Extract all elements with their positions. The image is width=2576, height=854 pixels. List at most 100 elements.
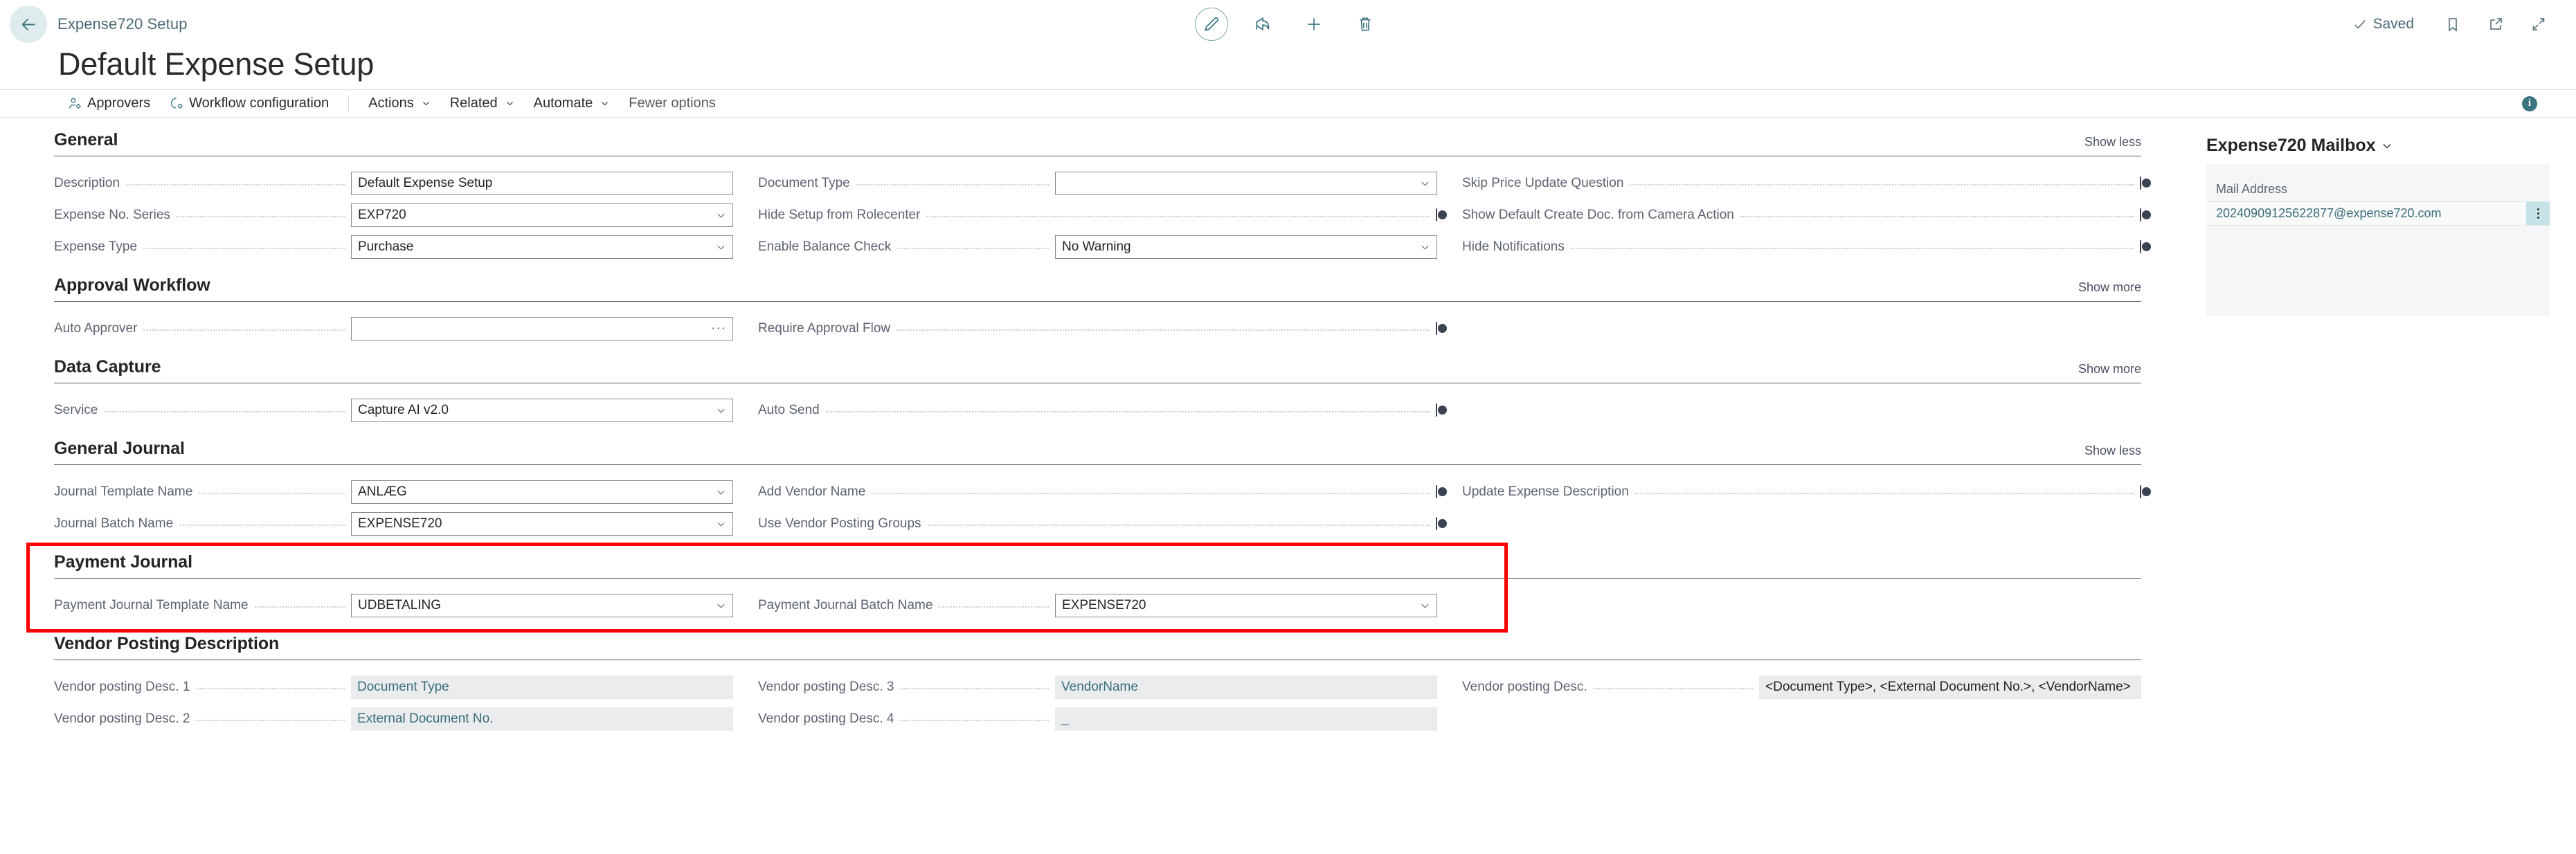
share-button[interactable] bbox=[1246, 8, 1279, 41]
skip-price-label: Skip Price Update Question bbox=[1462, 176, 1624, 190]
trash-icon bbox=[1359, 17, 1371, 31]
bookmark-button[interactable] bbox=[2439, 10, 2467, 38]
service-value: Capture AI v2.0 bbox=[358, 403, 449, 417]
section-payment-journal-body: Payment Journal Template Name UDBETALING bbox=[54, 579, 2141, 621]
leader-dots bbox=[900, 682, 1049, 689]
service-select[interactable]: Capture AI v2.0 bbox=[351, 399, 733, 422]
chevron-down-icon bbox=[1421, 181, 1429, 186]
expense-no-series-select[interactable]: EXP720 bbox=[351, 203, 733, 227]
journal-batch-value: EXPENSE720 bbox=[358, 516, 442, 531]
breadcrumb[interactable]: Expense720 Setup bbox=[57, 15, 188, 33]
section-approval-workflow-toggle[interactable]: Show more bbox=[2078, 280, 2141, 295]
section-general-journal-title: General Journal bbox=[54, 439, 185, 458]
actions-menu[interactable]: Actions bbox=[359, 90, 440, 117]
document-type-select[interactable] bbox=[1055, 172, 1437, 195]
leader-dots bbox=[199, 487, 345, 494]
journal-template-select[interactable]: ANLÆG bbox=[351, 480, 733, 504]
journal-batch-select[interactable]: EXPENSE720 bbox=[351, 512, 733, 536]
expense-type-label: Expense Type bbox=[54, 239, 138, 254]
require-approval-flow-toggle[interactable] bbox=[1436, 322, 1437, 335]
section-approval-workflow: Approval Workflow Show more Auto Approve… bbox=[0, 263, 2188, 345]
payment-journal-template-select[interactable]: UDBETALING bbox=[351, 594, 733, 617]
expense-type-select[interactable]: Purchase bbox=[351, 235, 733, 259]
leader-dots bbox=[856, 178, 1049, 185]
leader-dots bbox=[143, 323, 345, 331]
automate-menu[interactable]: Automate bbox=[524, 90, 620, 117]
add-vendor-name-toggle[interactable] bbox=[1436, 485, 1437, 498]
vendor-posting-desc-preview-value: <Document Type>, <External Document No.>… bbox=[1759, 675, 2141, 699]
leader-dots bbox=[126, 178, 345, 185]
open-new-window-button[interactable] bbox=[2482, 10, 2510, 38]
info-icon[interactable]: i bbox=[2522, 96, 2537, 111]
leader-dots bbox=[926, 210, 1430, 217]
leader-dots bbox=[1593, 682, 1753, 689]
mailbox-panel-title[interactable]: Expense720 Mailbox bbox=[2206, 136, 2550, 156]
section-general-journal-toggle[interactable]: Show less bbox=[2084, 444, 2141, 458]
vendor-posting-column-2: Vendor posting Desc. 3 VendorName Vendor… bbox=[758, 671, 1462, 735]
assist-edit-icon[interactable]: ··· bbox=[711, 322, 726, 335]
auto-send-label: Auto Send bbox=[758, 403, 820, 417]
delete-button[interactable] bbox=[1349, 8, 1382, 41]
chevron-down-icon bbox=[717, 490, 725, 495]
field-expense-no-series: Expense No. Series EXP720 bbox=[54, 199, 733, 231]
section-general-toggle[interactable]: Show less bbox=[2084, 135, 2141, 149]
saved-status-label: Saved bbox=[2372, 16, 2414, 32]
vendor-posting-desc-2-value[interactable]: External Document No. bbox=[351, 707, 733, 731]
use-vendor-posting-groups-toggle[interactable] bbox=[1436, 517, 1437, 530]
plus-icon bbox=[1307, 18, 1320, 30]
payment-journal-column-1: Payment Journal Template Name UDBETALING bbox=[54, 590, 758, 621]
approval-column-2: Require Approval Flow bbox=[758, 313, 1462, 345]
skip-price-toggle[interactable] bbox=[2140, 176, 2141, 190]
saved-status: Saved bbox=[2352, 16, 2414, 33]
mail-address-cell[interactable]: 20240909125622877@expense720.com bbox=[2206, 202, 2526, 225]
require-approval-flow-label: Require Approval Flow bbox=[758, 321, 891, 336]
section-general-header: General Show less bbox=[54, 118, 2141, 154]
hide-setup-toggle[interactable] bbox=[1436, 208, 1437, 221]
share-icon bbox=[1255, 17, 1270, 31]
enable-balance-check-select[interactable]: No Warning bbox=[1055, 235, 1437, 259]
section-data-capture-title: Data Capture bbox=[54, 357, 161, 376]
vendor-posting-desc-3-value[interactable]: VendorName bbox=[1055, 675, 1437, 699]
description-input[interactable]: Default Expense Setup bbox=[351, 172, 733, 195]
vendor-posting-column-1: Vendor posting Desc. 1 Document Type Ven… bbox=[54, 671, 758, 735]
vendor-posting-desc-1-value[interactable]: Document Type bbox=[351, 675, 733, 699]
new-button[interactable] bbox=[1297, 8, 1331, 41]
workflow-gear-icon bbox=[171, 98, 183, 109]
field-auto-approver: Auto Approver ··· bbox=[54, 313, 733, 345]
payment-journal-batch-select[interactable]: EXPENSE720 bbox=[1055, 594, 1437, 617]
approvers-button[interactable]: Approvers bbox=[58, 90, 160, 117]
related-menu[interactable]: Related bbox=[440, 90, 524, 117]
pencil-icon bbox=[1204, 17, 1218, 31]
update-expense-description-label: Update Expense Description bbox=[1462, 484, 1629, 499]
auto-send-toggle[interactable] bbox=[1436, 403, 1437, 417]
fewer-options-button[interactable]: Fewer options bbox=[619, 90, 726, 117]
more-vertical-icon bbox=[2537, 208, 2539, 219]
field-payment-journal-batch-name: Payment Journal Batch Name EXPENSE720 bbox=[758, 590, 1437, 621]
collapse-button[interactable] bbox=[2525, 10, 2552, 38]
top-bar: Expense720 Setup Saved bbox=[0, 0, 2576, 48]
hide-notifications-toggle[interactable] bbox=[2140, 240, 2141, 253]
open-in-new-window-icon bbox=[2490, 18, 2502, 30]
auto-approver-input[interactable]: ··· bbox=[351, 317, 733, 340]
row-actions-button[interactable] bbox=[2526, 202, 2550, 225]
bookmark-icon bbox=[2449, 18, 2457, 32]
leader-dots bbox=[1570, 242, 2134, 249]
section-data-capture-toggle[interactable]: Show more bbox=[2078, 362, 2141, 376]
vendor-posting-desc-4-value[interactable]: _ bbox=[1055, 707, 1437, 731]
page-title: Default Expense Setup bbox=[58, 46, 375, 82]
section-payment-journal-header: Payment Journal bbox=[54, 540, 2141, 576]
show-default-create-toggle[interactable] bbox=[2140, 208, 2141, 221]
workflow-configuration-button[interactable]: Workflow configuration bbox=[160, 90, 339, 117]
document-type-label: Document Type bbox=[758, 176, 850, 190]
vendor-posting-desc-preview-label: Vendor posting Desc. bbox=[1462, 680, 1587, 694]
update-expense-description-toggle[interactable] bbox=[2140, 485, 2141, 498]
edit-pencil-button[interactable] bbox=[1194, 8, 1228, 41]
field-document-type: Document Type bbox=[758, 167, 1437, 199]
payment-journal-column-2: Payment Journal Batch Name EXPENSE720 bbox=[758, 590, 1462, 621]
table-row[interactable]: 20240909125622877@expense720.com bbox=[2206, 202, 2550, 226]
back-button[interactable] bbox=[10, 6, 47, 43]
action-ribbon: Approvers Workflow configuration Actions… bbox=[0, 89, 2576, 118]
field-journal-batch-name: Journal Batch Name EXPENSE720 bbox=[54, 508, 733, 540]
automate-label: Automate bbox=[533, 96, 593, 111]
auto-approver-label: Auto Approver bbox=[54, 321, 138, 336]
